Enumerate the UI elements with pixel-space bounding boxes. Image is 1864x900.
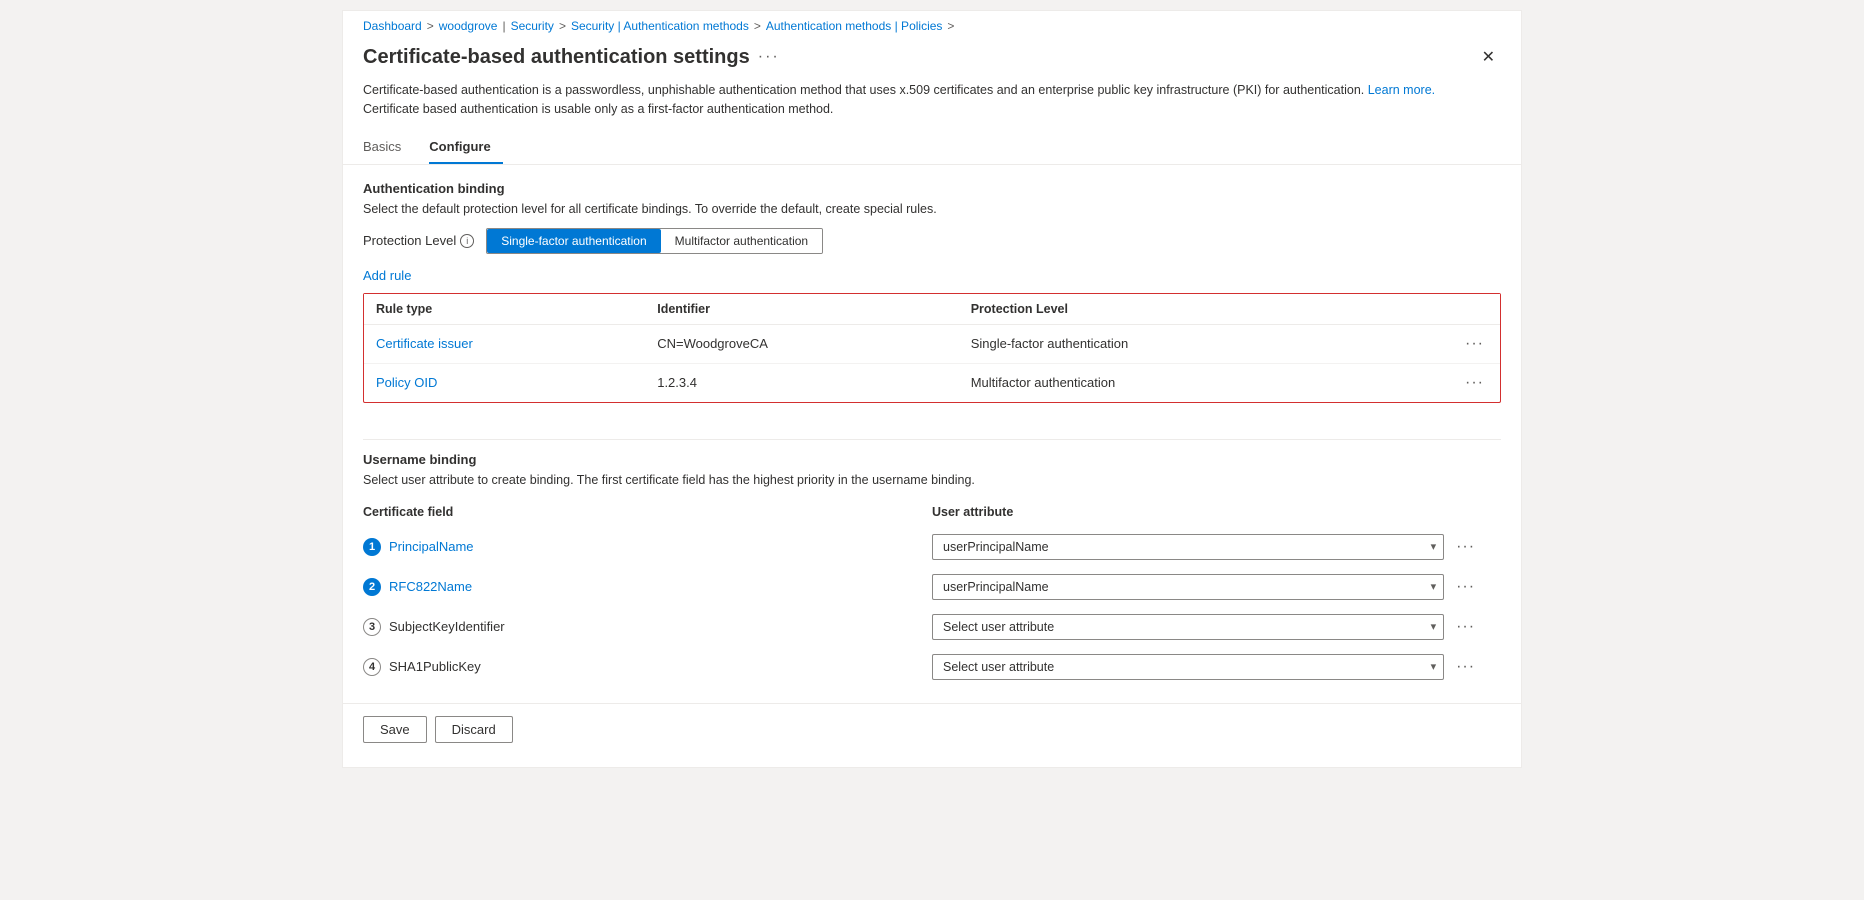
protection-level-toggle[interactable]: Single-factor authentication Multifactor… <box>486 228 823 254</box>
table-row: Certificate issuer CN=WoodgroveCA Single… <box>364 324 1500 363</box>
protection-level-cell: Multifactor authentication <box>959 363 1382 402</box>
breadcrumb-dashboard[interactable]: Dashboard <box>363 19 422 33</box>
cert-field-cell: 1 PrincipalName <box>363 527 932 567</box>
protection-level-cell: Single-factor authentication <box>959 324 1382 363</box>
breadcrumb-auth-policies[interactable]: Authentication methods | Policies <box>766 19 943 33</box>
list-item: 3 SubjectKeyIdentifier Select user attri… <box>363 607 1501 647</box>
auth-binding-section: Authentication binding Select the defaul… <box>343 181 1521 439</box>
field-number-4: 4 <box>363 658 381 676</box>
row-more-button[interactable]: ··· <box>1461 372 1488 394</box>
breadcrumb-woodgrove[interactable]: woodgrove <box>439 19 498 33</box>
tab-basics[interactable]: Basics <box>363 131 413 164</box>
binding-actions-cell: ··· <box>1444 647 1501 687</box>
username-binding-desc: Select user attribute to create binding.… <box>363 473 1501 487</box>
binding-actions-cell: ··· <box>1444 527 1501 567</box>
field-name-0[interactable]: PrincipalName <box>389 539 474 554</box>
rules-table-header-row: Rule type Identifier Protection Level <box>364 294 1500 325</box>
page-title: Certificate-based authentication setting… <box>363 46 750 69</box>
row-more-button[interactable]: ··· <box>1461 333 1488 355</box>
toggle-multifactor[interactable]: Multifactor authentication <box>661 229 822 253</box>
cert-field-cell: 2 RFC822Name <box>363 567 932 607</box>
tab-bar: Basics Configure <box>343 131 1521 165</box>
user-attr-cell[interactable]: Select user attribute userPrincipalName … <box>932 607 1444 647</box>
col-rule-type: Rule type <box>364 294 645 325</box>
table-row: Policy OID 1.2.3.4 Multifactor authentic… <box>364 363 1500 402</box>
row-actions-cell: ··· <box>1381 324 1500 363</box>
auth-binding-title: Authentication binding <box>363 181 1501 196</box>
user-attr-select-0[interactable]: userPrincipalName userPrincipalName onPr… <box>932 534 1444 560</box>
panel-footer: Save Discard <box>343 703 1521 747</box>
rules-table-wrapper: Rule type Identifier Protection Level Ce… <box>363 293 1501 403</box>
auth-binding-desc: Select the default protection level for … <box>363 202 1501 216</box>
breadcrumb-security[interactable]: Security <box>511 19 554 33</box>
user-attr-cell[interactable]: Select user attribute userPrincipalName … <box>932 647 1444 687</box>
col-cert-field: Certificate field <box>363 499 932 527</box>
list-item: 2 RFC822Name userPrincipalName userPrinc… <box>363 567 1501 607</box>
row-actions-cell: ··· <box>1381 363 1500 402</box>
binding-more-button-0[interactable]: ··· <box>1452 536 1479 558</box>
list-item: 4 SHA1PublicKey Select user attribute us… <box>363 647 1501 687</box>
binding-more-button-3[interactable]: ··· <box>1452 656 1479 678</box>
username-binding-title: Username binding <box>363 452 1501 467</box>
description-text: Certificate-based authentication is a pa… <box>343 81 1521 131</box>
rule-type-cell: Certificate issuer <box>364 324 645 363</box>
col-protection-level: Protection Level <box>959 294 1382 325</box>
protection-level-row: Protection Level i Single-factor authent… <box>363 228 1501 254</box>
identifier-cell: 1.2.3.4 <box>645 363 958 402</box>
field-name-2: SubjectKeyIdentifier <box>389 619 505 634</box>
cert-field-cell: 3 SubjectKeyIdentifier <box>363 607 932 647</box>
col-actions-header <box>1381 294 1500 325</box>
protection-level-info-icon[interactable]: i <box>460 234 474 248</box>
protection-level-label: Protection Level <box>363 233 456 248</box>
list-item: 1 PrincipalName userPrincipalName userPr… <box>363 527 1501 567</box>
binding-actions-cell: ··· <box>1444 567 1501 607</box>
more-options-icon[interactable]: ··· <box>758 48 780 66</box>
binding-more-button-1[interactable]: ··· <box>1452 576 1479 598</box>
binding-actions-cell: ··· <box>1444 607 1501 647</box>
close-button[interactable]: ✕ <box>1476 43 1501 71</box>
panel-header: Certificate-based authentication setting… <box>343 37 1521 81</box>
field-number-2: 2 <box>363 578 381 596</box>
section-divider <box>363 439 1501 440</box>
field-number-3: 3 <box>363 618 381 636</box>
field-name-3: SHA1PublicKey <box>389 659 481 674</box>
binding-table-header-row: Certificate field User attribute <box>363 499 1501 527</box>
learn-more-link[interactable]: Learn more. <box>1368 83 1435 97</box>
breadcrumb: Dashboard > woodgrove | Security > Secur… <box>343 11 1521 37</box>
binding-more-button-2[interactable]: ··· <box>1452 616 1479 638</box>
discard-button[interactable]: Discard <box>435 716 513 743</box>
field-number-1: 1 <box>363 538 381 556</box>
rules-table: Rule type Identifier Protection Level Ce… <box>364 294 1500 402</box>
breadcrumb-security-auth[interactable]: Security | Authentication methods <box>571 19 749 33</box>
username-binding-section: Username binding Select user attribute t… <box>343 452 1521 703</box>
toggle-single-factor[interactable]: Single-factor authentication <box>487 229 660 253</box>
col-identifier: Identifier <box>645 294 958 325</box>
rule-type-cell: Policy OID <box>364 363 645 402</box>
user-attr-select-2[interactable]: Select user attribute userPrincipalName … <box>932 614 1444 640</box>
user-attr-cell[interactable]: userPrincipalName userPrincipalName onPr… <box>932 527 1444 567</box>
cert-field-cell: 4 SHA1PublicKey <box>363 647 932 687</box>
add-rule-link[interactable]: Add rule <box>363 268 411 283</box>
user-attr-cell[interactable]: userPrincipalName userPrincipalName onPr… <box>932 567 1444 607</box>
tab-configure[interactable]: Configure <box>429 131 502 164</box>
col-action <box>1444 499 1501 527</box>
user-attr-select-1[interactable]: userPrincipalName userPrincipalName onPr… <box>932 574 1444 600</box>
user-attr-select-3[interactable]: Select user attribute userPrincipalName … <box>932 654 1444 680</box>
save-button[interactable]: Save <box>363 716 427 743</box>
field-name-1[interactable]: RFC822Name <box>389 579 472 594</box>
col-user-attr: User attribute <box>932 499 1444 527</box>
binding-table: Certificate field User attribute 1 Princ… <box>363 499 1501 687</box>
identifier-cell: CN=WoodgroveCA <box>645 324 958 363</box>
